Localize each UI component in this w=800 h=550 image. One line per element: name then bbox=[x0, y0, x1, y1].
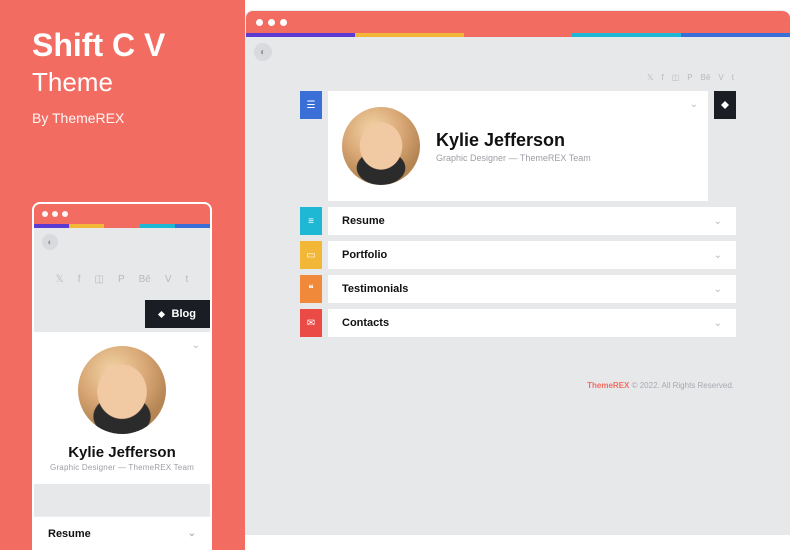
social-links: 𝕏 f ◫ P Bē V t bbox=[647, 73, 734, 82]
profile-name: Kylie Jefferson bbox=[436, 130, 591, 151]
pinterest-icon[interactable]: P bbox=[687, 73, 692, 82]
accordion-portfolio: ▭ Portfolio ⌄ bbox=[300, 241, 736, 269]
social-links: 𝕏 f ◫ P Bē V t bbox=[34, 274, 210, 285]
theme-title: Shift C V bbox=[32, 28, 213, 63]
desktop-preview: ◐ 𝕏 f ◫ P Bē V t ☰ ⌄ Kylie Jefferson Gra… bbox=[245, 10, 790, 535]
accordion-card[interactable]: Testimonials ⌄ bbox=[328, 275, 736, 303]
briefcase-icon: ▭ bbox=[306, 250, 315, 261]
accordion-resume[interactable]: Resume ⌄ bbox=[34, 516, 210, 550]
window-dot bbox=[42, 211, 48, 217]
blog-label: Blog bbox=[172, 308, 196, 320]
profile-row: ☰ ⌄ Kylie Jefferson Graphic Designer — T… bbox=[300, 91, 736, 201]
vimeo-icon[interactable]: V bbox=[718, 73, 723, 82]
profile-card[interactable]: ⌄ Kylie Jefferson Graphic Designer — The… bbox=[328, 91, 708, 201]
accordion-contacts: ✉ Contacts ⌄ bbox=[300, 309, 736, 337]
blog-button[interactable]: Blog bbox=[145, 300, 210, 328]
vimeo-icon[interactable]: V bbox=[165, 274, 172, 285]
theme-author: By ThemeREX bbox=[32, 110, 213, 126]
contacts-tab[interactable]: ✉ bbox=[300, 309, 322, 337]
theme-subtitle: Theme bbox=[32, 67, 213, 98]
desktop-titlebar bbox=[246, 11, 790, 33]
accordion-label: Resume bbox=[342, 215, 385, 227]
accordion-label: Resume bbox=[48, 528, 91, 540]
behance-icon[interactable]: Bē bbox=[139, 274, 151, 285]
accordion-card[interactable]: Portfolio ⌄ bbox=[328, 241, 736, 269]
tumblr-icon[interactable]: t bbox=[186, 274, 189, 285]
person-icon: ☰ bbox=[307, 100, 316, 111]
behance-icon[interactable]: Bē bbox=[701, 73, 711, 82]
footer-text: © 2022. All Rights Reserved. bbox=[629, 381, 734, 390]
mobile-titlebar bbox=[34, 204, 210, 224]
dark-mode-toggle[interactable]: ◐ bbox=[254, 43, 272, 61]
accordion-label: Testimonials bbox=[342, 283, 408, 295]
chevron-down-icon: ⌄ bbox=[714, 318, 722, 329]
twitter-icon[interactable]: 𝕏 bbox=[56, 274, 64, 285]
avatar bbox=[342, 107, 420, 185]
accordion-label: Contacts bbox=[342, 317, 389, 329]
desktop-body: ◐ 𝕏 f ◫ P Bē V t ☰ ⌄ Kylie Jefferson Gra… bbox=[246, 37, 790, 535]
instagram-icon[interactable]: ◫ bbox=[95, 274, 104, 285]
blog-button[interactable] bbox=[714, 91, 736, 119]
footer-brand[interactable]: ThemeREX bbox=[587, 381, 629, 390]
tumblr-icon[interactable]: t bbox=[732, 73, 734, 82]
profile-card[interactable]: ⌄ Kylie Jefferson Graphic Designer — The… bbox=[34, 332, 210, 484]
profile-tab[interactable]: ☰ bbox=[300, 91, 322, 119]
menu-icon: ≡ bbox=[308, 216, 314, 227]
accordion-card[interactable]: Resume ⌄ bbox=[328, 207, 736, 235]
content-column: ☰ ⌄ Kylie Jefferson Graphic Designer — T… bbox=[300, 91, 736, 337]
testimonials-tab[interactable]: ❝ bbox=[300, 275, 322, 303]
window-dot bbox=[256, 19, 263, 26]
profile-role: Graphic Designer — ThemeREX Team bbox=[436, 153, 591, 163]
mail-icon: ✉ bbox=[307, 318, 315, 329]
accordion-testimonials: ❝ Testimonials ⌄ bbox=[300, 275, 736, 303]
footer: ThemeREX © 2022. All Rights Reserved. bbox=[587, 381, 734, 390]
accordion-card[interactable]: Contacts ⌄ bbox=[328, 309, 736, 337]
avatar bbox=[78, 346, 166, 434]
facebook-icon[interactable]: f bbox=[78, 274, 81, 285]
chevron-down-icon: ⌄ bbox=[188, 528, 196, 539]
chevron-down-icon: ⌄ bbox=[714, 284, 722, 295]
portfolio-tab[interactable]: ▭ bbox=[300, 241, 322, 269]
profile-name: Kylie Jefferson bbox=[68, 444, 176, 461]
chevron-down-icon: ⌄ bbox=[714, 250, 722, 261]
mobile-body: ◐ 𝕏 f ◫ P Bē V t Blog ⌄ Kylie Jefferson … bbox=[34, 228, 210, 548]
chevron-down-icon: ⌄ bbox=[714, 216, 722, 227]
chevron-down-icon: ⌄ bbox=[192, 340, 200, 351]
instagram-icon[interactable]: ◫ bbox=[672, 73, 680, 82]
pencil-icon bbox=[721, 101, 729, 109]
twitter-icon[interactable]: 𝕏 bbox=[647, 73, 653, 82]
mobile-preview: ◐ 𝕏 f ◫ P Bē V t Blog ⌄ Kylie Jefferson … bbox=[32, 202, 212, 550]
quote-icon: ❝ bbox=[308, 284, 313, 295]
resume-tab[interactable]: ≡ bbox=[300, 207, 322, 235]
window-dot bbox=[52, 211, 58, 217]
facebook-icon[interactable]: f bbox=[661, 73, 663, 82]
accordion-resume: ≡ Resume ⌄ bbox=[300, 207, 736, 235]
profile-role: Graphic Designer — ThemeREX Team bbox=[50, 463, 194, 472]
pencil-icon bbox=[158, 310, 165, 317]
window-dot bbox=[280, 19, 287, 26]
pinterest-icon[interactable]: P bbox=[118, 274, 125, 285]
window-dot bbox=[62, 211, 68, 217]
accordion-label: Portfolio bbox=[342, 249, 387, 261]
dark-mode-toggle[interactable]: ◐ bbox=[42, 234, 58, 250]
chevron-down-icon: ⌄ bbox=[690, 99, 698, 110]
window-dot bbox=[268, 19, 275, 26]
